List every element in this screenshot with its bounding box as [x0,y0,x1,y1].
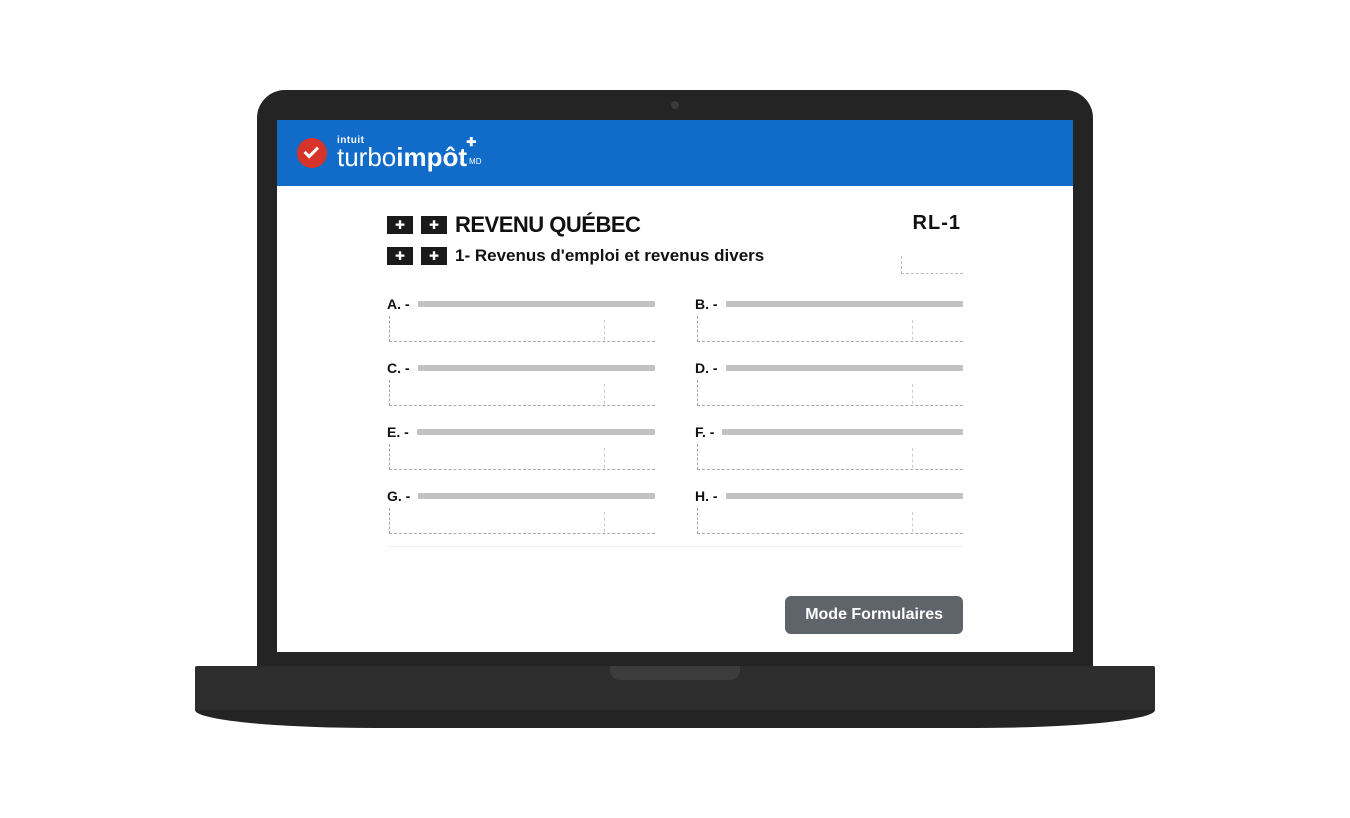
brand-name-b: impôt ✚ [396,144,467,170]
field-input[interactable] [697,508,963,534]
quebec-flag-icon [387,247,413,265]
field-letter: A. - [387,296,410,312]
placeholder-bar [722,429,963,435]
brand-name-a: turbo [337,144,396,170]
field-letter: C. - [387,360,410,376]
field-input[interactable] [697,380,963,406]
field-d[interactable]: D. - [695,360,963,406]
plus-icon: ✚ [466,136,476,148]
field-letter: G. - [387,488,410,504]
field-input[interactable] [697,316,963,342]
field-f[interactable]: F. - [695,424,963,470]
agency-title: REVENU QUÉBEC [455,212,640,238]
laptop-base [195,666,1155,710]
laptop-frame: intuit turbo impôt ✚ MD RL-1 [257,90,1093,666]
field-input[interactable] [389,380,655,406]
placeholder-bar [726,365,963,371]
field-letter: E. - [387,424,409,440]
laptop-notch [610,666,740,680]
form-header: RL-1 REVENU QUÉBEC 1- Revenus d'emploi e… [387,212,963,547]
fields-grid: A. - B. - [387,296,963,534]
camera-dot [671,101,679,109]
section-row: 1- Revenus d'emploi et revenus divers [387,246,963,266]
field-input[interactable] [389,508,655,534]
section-title: 1- Revenus d'emploi et revenus divers [455,246,764,266]
divider [387,546,963,547]
field-letter: D. - [695,360,718,376]
field-g[interactable]: G. - [387,488,655,534]
quebec-flag-icon [421,216,447,234]
app-header: intuit turbo impôt ✚ MD [277,120,1073,186]
field-h[interactable]: H. - [695,488,963,534]
field-letter: B. - [695,296,718,312]
placeholder-bar [417,429,655,435]
quebec-flag-icon [387,216,413,234]
app-screen: intuit turbo impôt ✚ MD RL-1 [277,120,1073,652]
checkmark-icon [304,143,320,159]
form-code-field [901,256,963,274]
field-letter: F. - [695,424,714,440]
placeholder-bar [418,301,655,307]
brand-mark: MD [469,158,481,166]
form-code: RL-1 [913,212,961,235]
agency-row: REVENU QUÉBEC [387,212,963,238]
field-e[interactable]: E. - [387,424,655,470]
laptop-base-bottom [195,710,1155,728]
field-letter: H. - [695,488,718,504]
logo-badge-icon [297,138,327,168]
laptop-illustration: intuit turbo impôt ✚ MD RL-1 [195,90,1155,728]
mode-formulaires-button[interactable]: Mode Formulaires [785,596,963,634]
field-a[interactable]: A. - [387,296,655,342]
field-input[interactable] [697,444,963,470]
field-input[interactable] [389,316,655,342]
content-area: RL-1 REVENU QUÉBEC 1- Revenus d'emploi e… [277,186,1073,652]
field-input[interactable] [389,444,655,470]
placeholder-bar [726,493,963,499]
placeholder-bar [418,493,655,499]
placeholder-bar [418,365,655,371]
brand-text: intuit turbo impôt ✚ MD [337,136,481,170]
quebec-flag-icon [421,247,447,265]
field-b[interactable]: B. - [695,296,963,342]
field-c[interactable]: C. - [387,360,655,406]
placeholder-bar [726,301,963,307]
